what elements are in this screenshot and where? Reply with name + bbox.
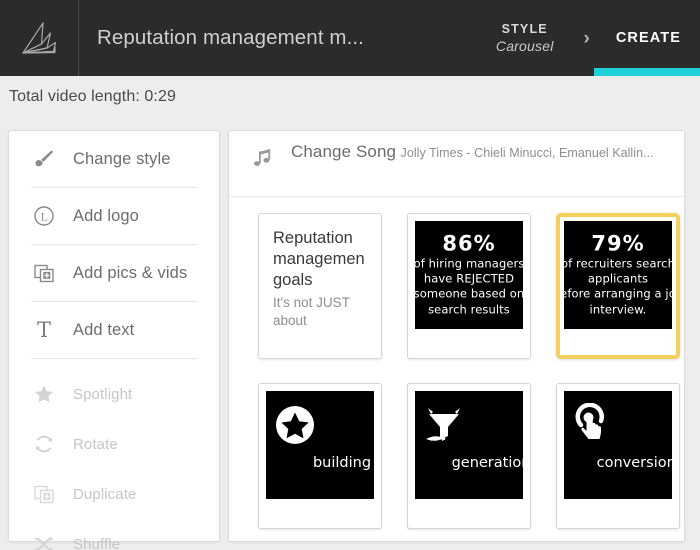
create-tab-indicator	[594, 68, 700, 76]
sidebar-item-label: Add logo	[73, 206, 139, 225]
app-logo[interactable]	[0, 0, 79, 76]
scene-card-grid: Reputation managemen goals It's not JUST…	[229, 197, 684, 529]
stat-line: interview.	[589, 302, 647, 317]
star-icon	[29, 379, 59, 409]
style-label: STYLE	[501, 22, 548, 37]
stat-line: before arranging a job	[564, 287, 672, 302]
music-note-icon	[247, 142, 279, 171]
stat-lines: of hiring managers have REJECTED someone…	[415, 257, 523, 318]
style-value: Carousel	[495, 37, 554, 54]
sidebar-item-label: Shuffle	[73, 535, 121, 550]
sidebar-item-add-text[interactable]: T Add text	[9, 302, 219, 358]
scene-card-label: Lead generation	[415, 435, 523, 474]
scene-card-photo: 86% of hiring managers have REJECTED som…	[415, 221, 523, 329]
sub-line: about	[273, 313, 307, 329]
sidebar-item-duplicate[interactable]: Duplicate	[9, 469, 219, 519]
heading-line: goals	[273, 271, 313, 290]
top-bar: Reputation management m... STYLE Carouse…	[0, 0, 700, 76]
sidebar-item-change-style[interactable]: Change style	[9, 131, 219, 187]
chevron-right-icon[interactable]: ›	[584, 29, 590, 48]
icon-photo-body: Brand building	[266, 391, 374, 499]
scene-card-photo: 79% of recruiters search applicants befo…	[564, 221, 672, 329]
label-line: Better	[564, 435, 672, 454]
stat-text-block: 79% of recruiters search applicants befo…	[564, 231, 672, 318]
scene-card-photo: Lead generation	[415, 391, 523, 499]
sidebar-item-label: Change style	[73, 149, 171, 168]
sidebar-item-add-logo[interactable]: L Add logo	[9, 188, 219, 244]
add-media-icon	[29, 258, 59, 288]
song-text-block: Change Song Jolly Times - Chieli Minucci…	[291, 142, 654, 162]
scene-card-heading: Reputation managemen goals	[273, 228, 381, 291]
scene-card-text-body: Reputation managemen goals It's not JUST…	[259, 214, 381, 358]
scene-card[interactable]: Better conversions	[556, 383, 680, 529]
icon-photo-body: Lead generation	[415, 391, 523, 499]
stat-line: someone based on	[415, 287, 523, 302]
fan-logo-icon	[17, 16, 61, 60]
scene-card[interactable]: Reputation managemen goals It's not JUST…	[258, 213, 382, 359]
logo-circle-l-icon: L	[29, 201, 59, 231]
sidebar-item-spotlight[interactable]: Spotlight	[9, 369, 219, 419]
sidebar-item-label: Add text	[73, 320, 135, 339]
stat-line: of recruiters search	[564, 256, 672, 271]
rotate-icon	[29, 429, 59, 459]
icon-photo-body: Better conversions	[564, 391, 672, 499]
stat-line: applicants	[587, 271, 649, 286]
tools-sidebar: Change style L Add logo Add pics & vids …	[8, 130, 220, 550]
stat-line: search results	[428, 302, 510, 317]
style-selector[interactable]: STYLE Carousel	[496, 22, 554, 53]
sidebar-item-rotate[interactable]: Rotate	[9, 419, 219, 469]
scene-card[interactable]: Lead generation	[407, 383, 531, 529]
stat-percent: 86%	[442, 231, 496, 256]
label-line: conversions	[596, 455, 672, 472]
scene-card[interactable]: Brand building	[258, 383, 382, 529]
current-song-name: Jolly Times - Chieli Minucci, Emanuel Ka…	[400, 146, 654, 160]
sidebar-item-label: Duplicate	[73, 485, 137, 503]
app-root: Reputation management m... STYLE Carouse…	[0, 0, 700, 550]
text-t-icon: T	[29, 315, 59, 345]
svg-text:T: T	[37, 318, 51, 342]
sidebar-item-label: Rotate	[73, 435, 118, 453]
change-song-row[interactable]: Change Song Jolly Times - Chieli Minucci…	[229, 131, 684, 197]
sidebar-item-label: Add pics & vids	[73, 263, 188, 282]
label-line: Brand	[266, 435, 374, 454]
scene-card-label: Better conversions	[564, 435, 672, 474]
scene-card-selected[interactable]: 79% of recruiters search applicants befo…	[556, 213, 680, 359]
stat-text-block: 86% of hiring managers have REJECTED som…	[415, 231, 523, 318]
duplicate-icon	[29, 479, 59, 509]
scene-card-photo: Better conversions	[564, 391, 672, 499]
create-button[interactable]: CREATE	[616, 30, 681, 46]
sidebar-item-shuffle[interactable]: Shuffle	[9, 519, 219, 550]
scene-card-photo: Brand building	[266, 391, 374, 499]
stat-percent: 79%	[591, 231, 645, 256]
label-line: building	[312, 455, 372, 472]
sidebar-item-label: Spotlight	[73, 385, 133, 403]
scene-card[interactable]: 86% of hiring managers have REJECTED som…	[407, 213, 531, 359]
stat-line: of hiring managers	[415, 256, 523, 271]
stat-line: have REJECTED	[423, 271, 515, 286]
heading-line: managemen	[273, 250, 365, 269]
paintbrush-icon	[29, 144, 59, 174]
scene-card-label: Brand building	[266, 435, 374, 474]
scene-card-subheading: It's not JUST about	[273, 294, 381, 330]
svg-text:L: L	[41, 211, 48, 223]
total-video-length: Total video length: 0:29	[9, 88, 176, 105]
change-song-title: Change Song	[291, 142, 397, 161]
stat-lines: of recruiters search applicants before a…	[564, 257, 672, 318]
storyboard-panel: Change Song Jolly Times - Chieli Minucci…	[228, 130, 685, 542]
project-title[interactable]: Reputation management m...	[97, 26, 364, 50]
sub-line: It's not JUST	[273, 295, 350, 311]
sidebar-item-add-pics-vids[interactable]: Add pics & vids	[9, 245, 219, 301]
heading-line: Reputation	[273, 229, 353, 247]
shuffle-icon	[29, 529, 59, 550]
label-line: Lead	[415, 435, 523, 454]
label-line: generation	[451, 455, 523, 472]
